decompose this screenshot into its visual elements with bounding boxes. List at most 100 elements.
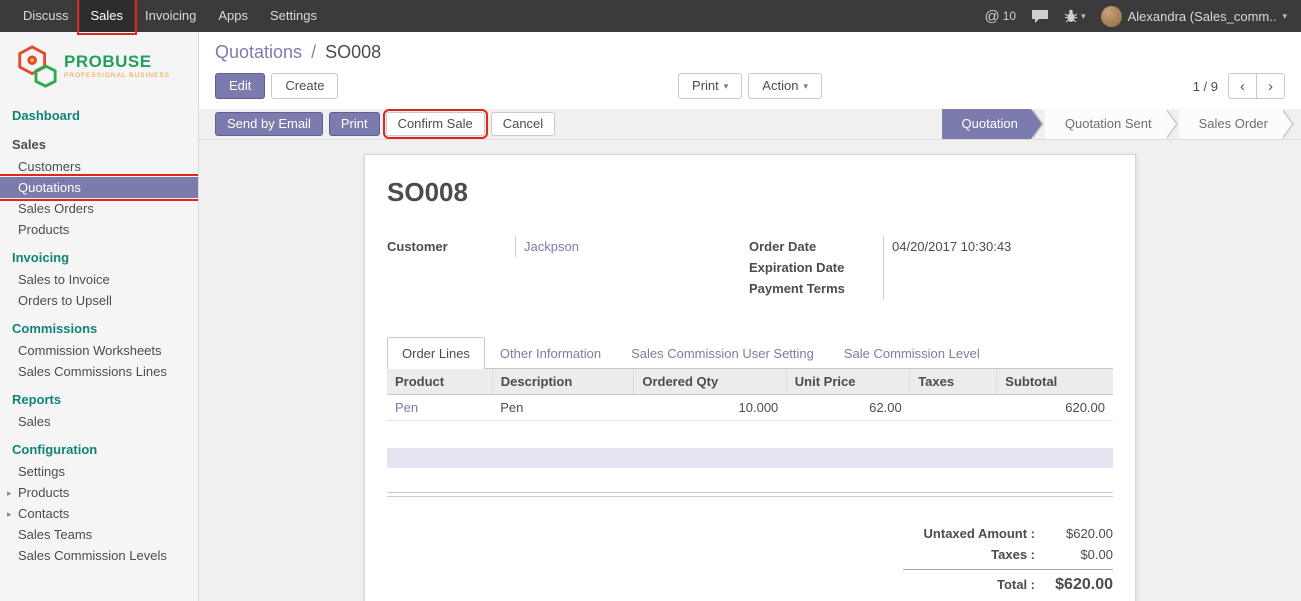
product-link[interactable]: Pen [395, 400, 418, 415]
control-panel-buttons: Edit Create Print ▾ Action ▾ 1 / 9 ‹ › [215, 73, 1285, 99]
status-quotation[interactable]: Quotation [942, 109, 1031, 139]
col-header-taxes[interactable]: Taxes [910, 369, 997, 395]
section-separator [387, 492, 1113, 497]
tab-other-information[interactable]: Other Information [485, 337, 616, 369]
document-sheet: SO008 Customer Jackpson Order Date 04/20… [364, 154, 1136, 601]
expand-caret-icon: ▸ [7, 507, 12, 522]
table-header-row: Product Description Ordered Qty Unit Pri… [387, 369, 1113, 395]
sidebar-item-customers[interactable]: Customers [0, 156, 198, 177]
topbar-menus: Discuss Sales Invoicing Apps Settings [12, 0, 328, 32]
topbar-menu-settings[interactable]: Settings [259, 0, 328, 32]
document-title: SO008 [387, 177, 1113, 208]
sidebar-item-settings[interactable]: Settings [0, 461, 198, 482]
action-dropdown-label: Action [762, 78, 798, 94]
sidebar-item-reports-sales[interactable]: Sales [0, 411, 198, 432]
tab-sale-commission-level[interactable]: Sale Commission Level [829, 337, 995, 369]
sidebar-heading-commissions[interactable]: Commissions [0, 318, 198, 340]
total-label: Total : [903, 577, 1035, 592]
sidebar-item-sales-commissions-lines[interactable]: Sales Commissions Lines [0, 361, 198, 382]
sidebar-item-quotations[interactable]: Quotations [0, 177, 198, 198]
col-header-unit-price[interactable]: Unit Price [786, 369, 909, 395]
tab-sales-commission-user-setting[interactable]: Sales Commission User Setting [616, 337, 829, 369]
taxes-label: Taxes : [903, 547, 1035, 562]
sidebar-heading-reports[interactable]: Reports [0, 389, 198, 411]
send-by-email-button[interactable]: Send by Email [215, 112, 323, 136]
breadcrumb-current: SO008 [325, 42, 381, 62]
confirm-sale-button[interactable]: Confirm Sale [386, 112, 485, 136]
col-header-description[interactable]: Description [492, 369, 634, 395]
total-value: $620.00 [1035, 576, 1113, 594]
sidebar-item-commission-worksheets[interactable]: Commission Worksheets [0, 340, 198, 361]
col-header-subtotal[interactable]: Subtotal [997, 369, 1113, 395]
expiration-date-field: Expiration Date [749, 257, 1113, 278]
untaxed-amount-row: Untaxed Amount : $620.00 [903, 523, 1113, 544]
logo-text: PROBUSE PROFESSIONAL BUSINESS [64, 53, 170, 80]
user-menu[interactable]: Alexandra (Sales_comm.. ▾ [1101, 6, 1287, 27]
breadcrumb-separator: / [311, 42, 316, 62]
print-dropdown-label: Print [692, 78, 719, 94]
sidebar-item-sales-to-invoice[interactable]: Sales to Invoice [0, 269, 198, 290]
sidebar-item-contacts[interactable]: ▸ Contacts [0, 503, 198, 524]
statusbar: Quotation Quotation Sent Sales Order [942, 109, 1281, 139]
user-name: Alexandra (Sales_comm.. [1128, 9, 1277, 24]
totals: Untaxed Amount : $620.00 Taxes : $0.00 T… [903, 523, 1113, 597]
print-dropdown[interactable]: Print ▾ [678, 73, 742, 99]
sidebar-item-dashboard[interactable]: Dashboard [0, 105, 198, 127]
status-quotation-sent[interactable]: Quotation Sent [1045, 109, 1165, 139]
avatar [1101, 6, 1122, 27]
caret-down-icon: ▾ [1081, 11, 1086, 22]
field-group-right: Order Date 04/20/2017 10:30:43 Expiratio… [749, 236, 1113, 299]
col-header-ordered-qty[interactable]: Ordered Qty [634, 369, 786, 395]
section-configuration: Configuration Settings ▸ Products ▸ Cont… [0, 439, 198, 566]
sidebar: PROBUSE PROFESSIONAL BUSINESS Dashboard … [0, 32, 199, 601]
sidebar-item-products[interactable]: Products [0, 219, 198, 240]
sidebar-heading-sales[interactable]: Sales [0, 134, 198, 156]
taxes-row: Taxes : $0.00 [903, 544, 1113, 565]
terms-note-field[interactable] [387, 448, 1113, 468]
sidebar-item-config-products[interactable]: ▸ Products [0, 482, 198, 503]
form-area: SO008 Customer Jackpson Order Date 04/20… [199, 140, 1301, 601]
status-sales-order[interactable]: Sales Order [1179, 109, 1281, 139]
edit-button[interactable]: Edit [215, 73, 265, 99]
col-header-product[interactable]: Product [387, 369, 492, 395]
action-dropdown[interactable]: Action ▾ [748, 73, 822, 99]
section-dashboard: Dashboard [0, 105, 198, 127]
untaxed-amount-value: $620.00 [1035, 526, 1113, 541]
field-groups: Customer Jackpson Order Date 04/20/2017 … [387, 236, 1113, 299]
customer-link[interactable]: Jackpson [524, 239, 579, 254]
probuse-logo[interactable]: PROBUSE PROFESSIONAL BUSINESS [0, 32, 198, 98]
section-invoicing: Invoicing Sales to Invoice Orders to Ups… [0, 247, 198, 311]
cancel-button[interactable]: Cancel [491, 112, 555, 136]
topbar-menu-sales[interactable]: Sales [80, 0, 135, 32]
taxes-value: $0.00 [1035, 547, 1113, 562]
sidebar-item-sales-teams[interactable]: Sales Teams [0, 524, 198, 545]
chat-icon[interactable] [1031, 9, 1049, 24]
sidebar-heading-invoicing[interactable]: Invoicing [0, 247, 198, 269]
cell-description: Pen [492, 395, 634, 421]
topbar-menu-discuss[interactable]: Discuss [12, 0, 80, 32]
sidebar-item-sales-orders[interactable]: Sales Orders [0, 198, 198, 219]
pager-next-button[interactable]: › [1256, 73, 1285, 99]
tab-order-lines[interactable]: Order Lines [387, 337, 485, 369]
payment-terms-value [883, 278, 1113, 299]
section-commissions: Commissions Commission Worksheets Sales … [0, 318, 198, 382]
sidebar-item-sales-commission-levels[interactable]: Sales Commission Levels [0, 545, 198, 566]
print-button[interactable]: Print [329, 112, 380, 136]
caret-down-icon: ▾ [724, 78, 729, 94]
caret-down-icon: ▾ [803, 78, 808, 94]
order-line-row[interactable]: Pen Pen 10.000 62.00 620.00 [387, 395, 1113, 421]
pager-previous-button[interactable]: ‹ [1228, 73, 1257, 99]
topbar-menu-invoicing[interactable]: Invoicing [134, 0, 207, 32]
create-button[interactable]: Create [271, 73, 338, 99]
mentions-counter[interactable]: @ 10 [985, 8, 1017, 25]
expiration-date-value [883, 257, 1113, 278]
cell-taxes [910, 395, 997, 421]
sidebar-item-orders-to-upsell[interactable]: Orders to Upsell [0, 290, 198, 311]
topbar-menu-apps[interactable]: Apps [207, 0, 259, 32]
sidebar-heading-configuration[interactable]: Configuration [0, 439, 198, 461]
total-row: Total : $620.00 [903, 569, 1113, 597]
debug-bug-menu[interactable]: ▾ [1064, 9, 1086, 23]
control-panel: Quotations / SO008 Edit Create Print ▾ A… [199, 32, 1301, 109]
sidebar-item-label: Contacts [18, 506, 69, 521]
breadcrumb-quotations-link[interactable]: Quotations [215, 42, 302, 62]
